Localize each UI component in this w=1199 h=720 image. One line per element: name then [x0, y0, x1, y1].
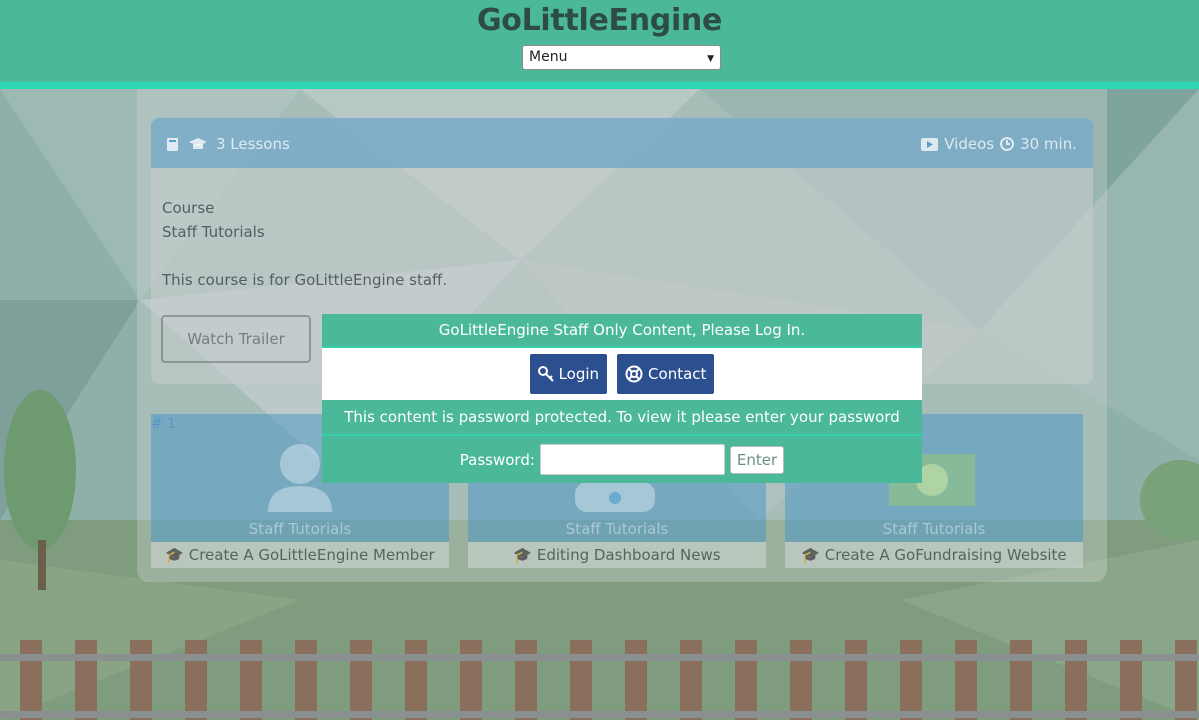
- modal-message: This content is password protected. To v…: [322, 400, 922, 460]
- modal-actions: Login Contact: [322, 348, 922, 400]
- video-icon: [921, 137, 939, 151]
- lesson-category: Staff Tutorials: [248, 520, 352, 538]
- chevron-down-icon: ▼: [707, 54, 714, 64]
- header-accent-bar: [0, 82, 1199, 89]
- lesson-count-label: 3 Lessons: [216, 135, 290, 153]
- course-meta: Videos 30 min.: [921, 135, 1077, 153]
- enter-button[interactable]: Enter: [729, 445, 785, 474]
- lesson-category: Staff Tutorials: [565, 520, 669, 538]
- password-row: Password: Enter: [322, 436, 922, 483]
- menu-dropdown[interactable]: Menu ▼: [522, 45, 721, 70]
- lifebuoy-icon: [625, 365, 643, 383]
- graduation-cap-icon: [189, 137, 207, 149]
- lesson-title: 🎓 Create A GoLittleEngine Member: [151, 542, 449, 568]
- password-input[interactable]: [539, 444, 725, 475]
- key-icon: [537, 366, 554, 382]
- contact-button-label: Contact: [648, 365, 707, 383]
- lesson-count: 3 Lessons: [165, 135, 290, 153]
- contact-button[interactable]: Contact: [617, 354, 715, 394]
- clock-icon: [1000, 137, 1015, 151]
- login-button[interactable]: Login: [529, 354, 608, 394]
- course-description: This course is for GoLittleEngine staff.: [162, 271, 448, 289]
- login-button-label: Login: [558, 365, 600, 383]
- lesson-title: 🎓 Create A GoFundraising Website: [785, 542, 1083, 568]
- videos-label: Videos: [944, 135, 995, 153]
- book-icon: [167, 137, 178, 151]
- duration-label: 30 min.: [1020, 135, 1077, 153]
- lesson-category: Staff Tutorials: [882, 520, 986, 538]
- watch-trailer-button[interactable]: Watch Trailer: [161, 315, 311, 363]
- graduation-cap-icon: 🎓: [801, 546, 825, 564]
- course-type-label: Course: [162, 199, 215, 217]
- site-header: GoLittleEngine Menu ▼: [0, 0, 1199, 82]
- modal-heading: GoLittleEngine Staff Only Content, Pleas…: [322, 314, 922, 348]
- password-label: Password:: [459, 450, 535, 469]
- graduation-cap-icon: 🎓: [513, 546, 537, 564]
- graduation-cap-icon: 🎓: [165, 546, 189, 564]
- course-name: Staff Tutorials: [162, 223, 265, 241]
- lesson-title: 🎓 Editing Dashboard News: [468, 542, 766, 568]
- site-title[interactable]: GoLittleEngine: [0, 0, 1199, 42]
- course-body: Course Staff Tutorials This course is fo…: [151, 168, 1093, 320]
- login-modal: GoLittleEngine Staff Only Content, Pleas…: [322, 314, 922, 483]
- menu-selected-label: Menu: [529, 49, 568, 65]
- course-card-header: 3 Lessons Videos 30 min.: [151, 118, 1093, 168]
